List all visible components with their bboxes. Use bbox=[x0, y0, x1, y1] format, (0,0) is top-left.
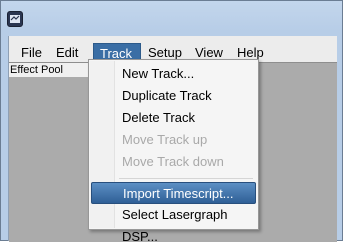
menu-item-move-track-up[interactable]: Move Track up bbox=[91, 129, 256, 151]
menu-separator bbox=[119, 178, 253, 179]
menu-item-import-timescript[interactable]: Import Timescript... bbox=[91, 182, 256, 204]
menu-edit[interactable]: Edit bbox=[50, 43, 84, 62]
menu-item-select-lasergraph-dsp[interactable]: Select Lasergraph DSP... bbox=[91, 204, 256, 244]
menu-item-duplicate-track[interactable]: Duplicate Track bbox=[91, 85, 256, 107]
track-menu-dropdown: New Track... Duplicate Track Delete Trac… bbox=[88, 59, 259, 244]
app-logo-icon[interactable] bbox=[7, 11, 23, 27]
menu-item-new-track[interactable]: New Track... bbox=[91, 63, 256, 85]
menu-item-move-track-down[interactable]: Move Track down bbox=[91, 151, 256, 173]
app-window: File Edit Track Setup View Help Effect P… bbox=[0, 0, 343, 244]
menu-item-delete-track[interactable]: Delete Track bbox=[91, 107, 256, 129]
menu-file[interactable]: File bbox=[15, 43, 48, 62]
title-bar bbox=[1, 1, 342, 35]
